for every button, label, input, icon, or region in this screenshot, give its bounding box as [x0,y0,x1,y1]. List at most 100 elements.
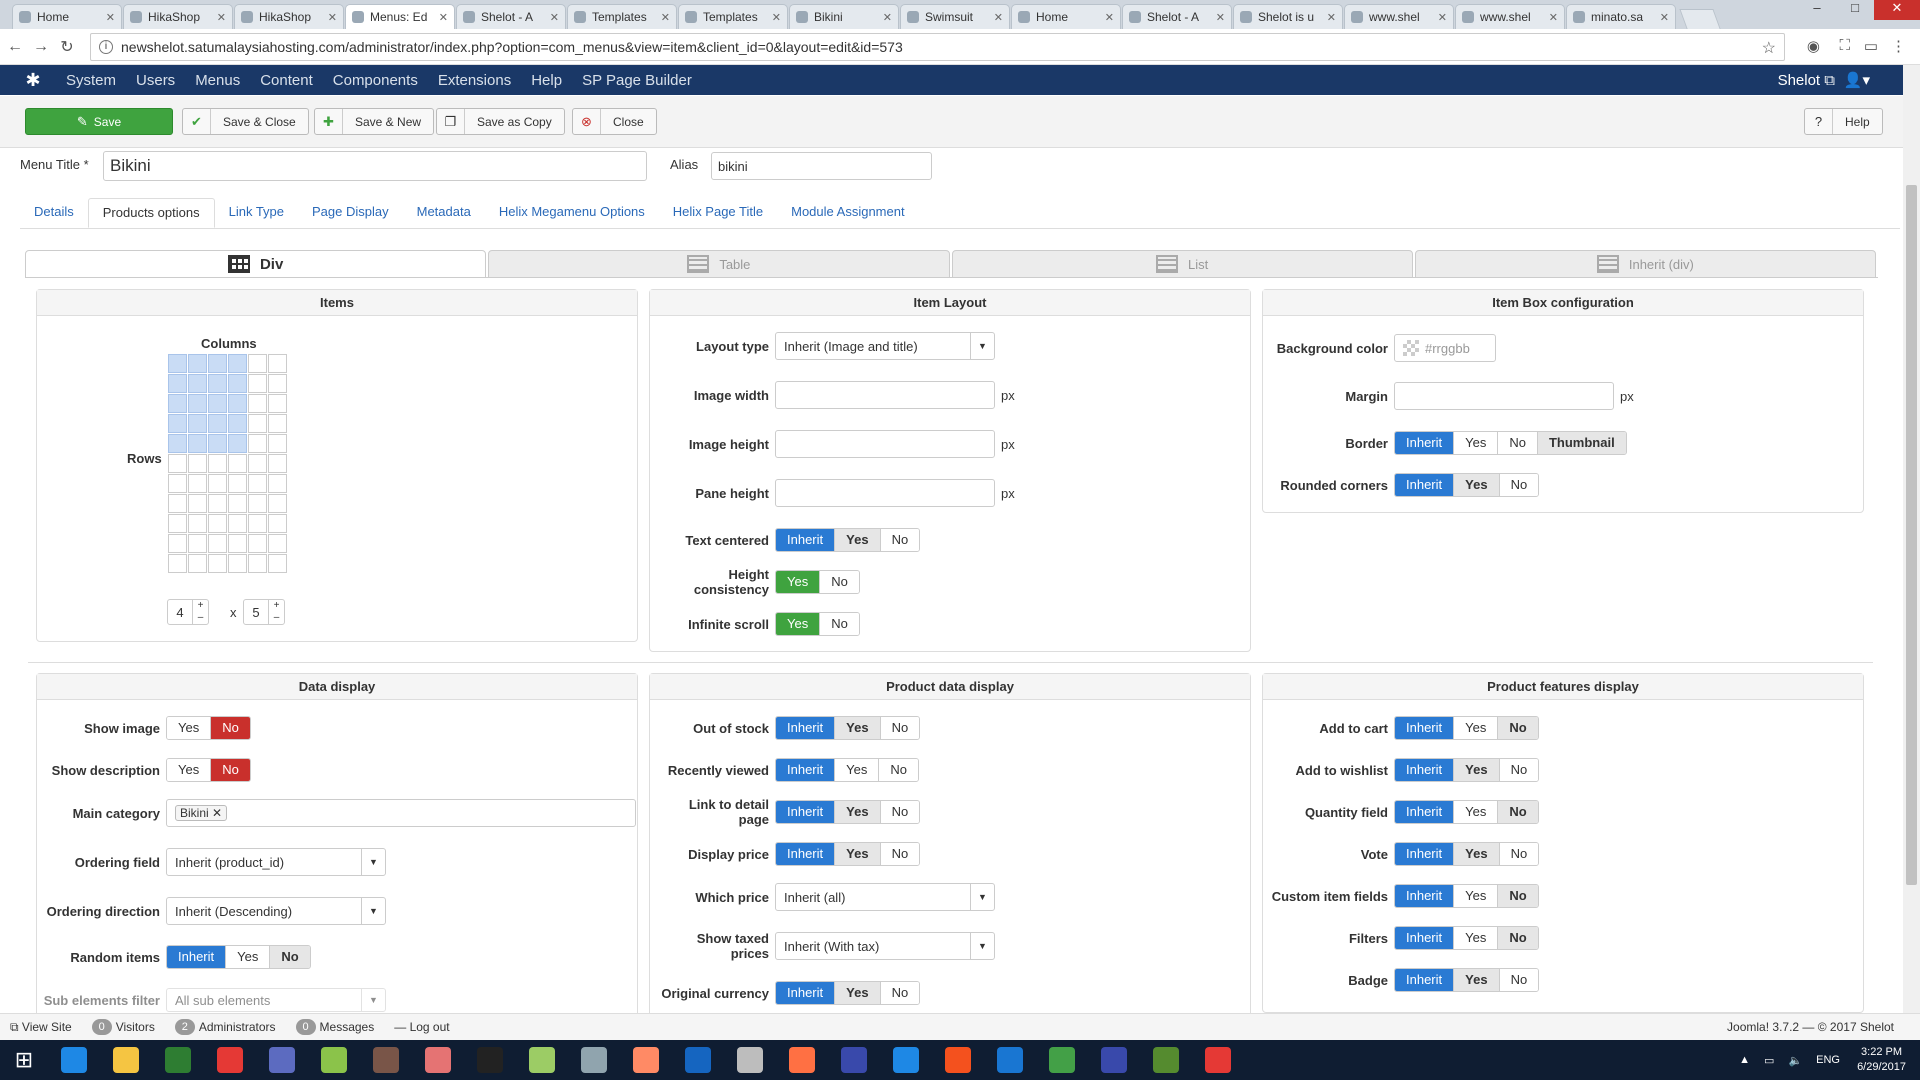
layout-tab[interactable]: Div [25,250,487,278]
tab-close-icon[interactable]: ✕ [661,11,670,24]
grid-cell[interactable] [168,354,187,373]
network-icon[interactable]: ▭ [1764,1054,1774,1067]
reload-icon[interactable]: ↻ [56,37,78,57]
save-button[interactable]: ✎ Save [25,108,173,135]
text-centered-toggle[interactable]: Inherit Yes No [775,528,921,552]
grid-cell[interactable] [268,354,287,373]
grid-cell[interactable] [248,534,267,553]
administrators-link[interactable]: 2 Administrators [174,1019,276,1035]
image-width-input[interactable] [775,381,995,409]
browser-tab[interactable]: Templates ✕ [567,4,677,29]
taskbar-app-icon[interactable] [204,1040,256,1080]
main-category-input[interactable]: Bikini ✕ [166,799,636,827]
rounded-toggle[interactable]: Inherit Yes No [1394,473,1540,497]
show-image-toggle[interactable]: Yes No [166,716,251,740]
grid-cell[interactable] [248,374,267,393]
grid-cell[interactable] [188,554,207,573]
taskbar-app-icon[interactable] [256,1040,308,1080]
browser-tab[interactable]: www.shel ✕ [1455,4,1565,29]
grid-cell[interactable] [168,374,187,393]
out-of-stock-toggle[interactable]: Inherit Yes No [775,716,921,740]
close-window-icon[interactable]: ✕ [1874,0,1920,20]
browser-tab[interactable]: Templates ✕ [678,4,788,29]
grid-cell[interactable] [208,434,227,453]
browser-tab[interactable]: Home ✕ [12,4,122,29]
browser-tab[interactable]: Shelot - A ✕ [1122,4,1232,29]
grid-cell[interactable] [268,454,287,473]
tab-close-icon[interactable]: ✕ [883,11,892,24]
taskbar-app-icon[interactable] [724,1040,776,1080]
browser-tab[interactable]: Shelot is u ✕ [1233,4,1343,29]
recently-viewed-toggle[interactable]: Inherit Yes No [775,758,919,782]
quantity-field-toggle[interactable]: Inherit Yes No [1394,800,1539,824]
layout-type-select[interactable]: Inherit (Image and title) ▼ [775,332,995,360]
browser-tab[interactable]: HikaShop ✕ [234,4,344,29]
display-price-toggle[interactable]: Inherit Yes No [775,842,921,866]
grid-cell[interactable] [268,534,287,553]
taskbar-app-icon[interactable] [828,1040,880,1080]
grid-cell[interactable] [228,554,247,573]
form-tab[interactable]: Helix Megamenu Options [485,198,659,228]
close-button[interactable]: ⊗ Close [572,108,657,135]
grid-cell[interactable] [188,394,207,413]
grid-cell[interactable] [208,454,227,473]
taskbar-app-icon[interactable] [308,1040,360,1080]
language-indicator[interactable]: ENG [1816,1054,1840,1066]
grid-cell[interactable] [228,414,247,433]
grid-cell[interactable] [168,394,187,413]
filters-toggle[interactable]: Inherit Yes No [1394,926,1539,950]
tab-close-icon[interactable]: ✕ [439,11,448,24]
grid-cell[interactable] [168,454,187,473]
admin-menu-item[interactable]: Content [260,72,313,89]
grid-cell[interactable] [208,374,227,393]
custom-fields-toggle[interactable]: Inherit Yes No [1394,884,1539,908]
vote-toggle[interactable]: Inherit Yes No [1394,842,1540,866]
grid-cell[interactable] [228,374,247,393]
taskbar-app-icon[interactable] [100,1040,152,1080]
grid-cell[interactable] [228,354,247,373]
grid-cell[interactable] [208,534,227,553]
taskbar-app-icon[interactable] [568,1040,620,1080]
tab-close-icon[interactable]: ✕ [1327,11,1336,24]
browser-tab[interactable]: Home ✕ [1011,4,1121,29]
grid-cell[interactable] [188,534,207,553]
grid-cell[interactable] [268,414,287,433]
tab-close-icon[interactable]: ✕ [328,11,337,24]
visitors-link[interactable]: 0 Visitors [91,1019,155,1035]
which-price-select[interactable]: Inherit (all) ▼ [775,883,995,911]
grid-cell[interactable] [188,414,207,433]
grid-cell[interactable] [208,474,227,493]
grid-cell[interactable] [248,414,267,433]
grid-cell[interactable] [208,394,227,413]
volume-icon[interactable]: 🔈 [1788,1054,1802,1067]
grid-cell[interactable] [228,514,247,533]
layout-tab[interactable]: Inherit (div) [1414,250,1876,278]
admin-menu-item[interactable]: Help [531,72,562,89]
image-height-input[interactable] [775,430,995,458]
browser-tab[interactable]: Swimsuit ✕ [900,4,1010,29]
browser-tab[interactable]: Shelot - A ✕ [456,4,566,29]
help-button[interactable]: ? Help [1804,108,1883,135]
browser-tab[interactable]: minato.sa ✕ [1566,4,1676,29]
grid-cell[interactable] [208,414,227,433]
form-tab[interactable]: Page Display [298,198,403,228]
joomla-logo-icon[interactable]: ✱ [0,70,66,91]
taskbar-app-icon[interactable] [464,1040,516,1080]
browser-tab[interactable]: www.shel ✕ [1344,4,1454,29]
grid-cell[interactable] [228,454,247,473]
form-tab[interactable]: Helix Page Title [659,198,777,228]
grid-cell[interactable] [188,454,207,473]
admin-menu-item[interactable]: Menus [195,72,240,89]
tray-chevron-icon[interactable]: ▲ [1739,1054,1750,1066]
grid-cell[interactable] [188,374,207,393]
tab-close-icon[interactable]: ✕ [106,11,115,24]
taskbar-app-icon[interactable] [516,1040,568,1080]
grid-cell[interactable] [188,494,207,513]
grid-cell[interactable] [268,494,287,513]
menu-title-input[interactable]: Bikini [103,151,647,181]
alias-input[interactable]: bikini [711,152,932,180]
original-currency-toggle[interactable]: Inherit Yes No [775,981,921,1005]
grid-cell[interactable] [168,554,187,573]
windows-start-icon[interactable]: ⊞ [0,1040,48,1080]
taskbar-app-icon[interactable] [672,1040,724,1080]
